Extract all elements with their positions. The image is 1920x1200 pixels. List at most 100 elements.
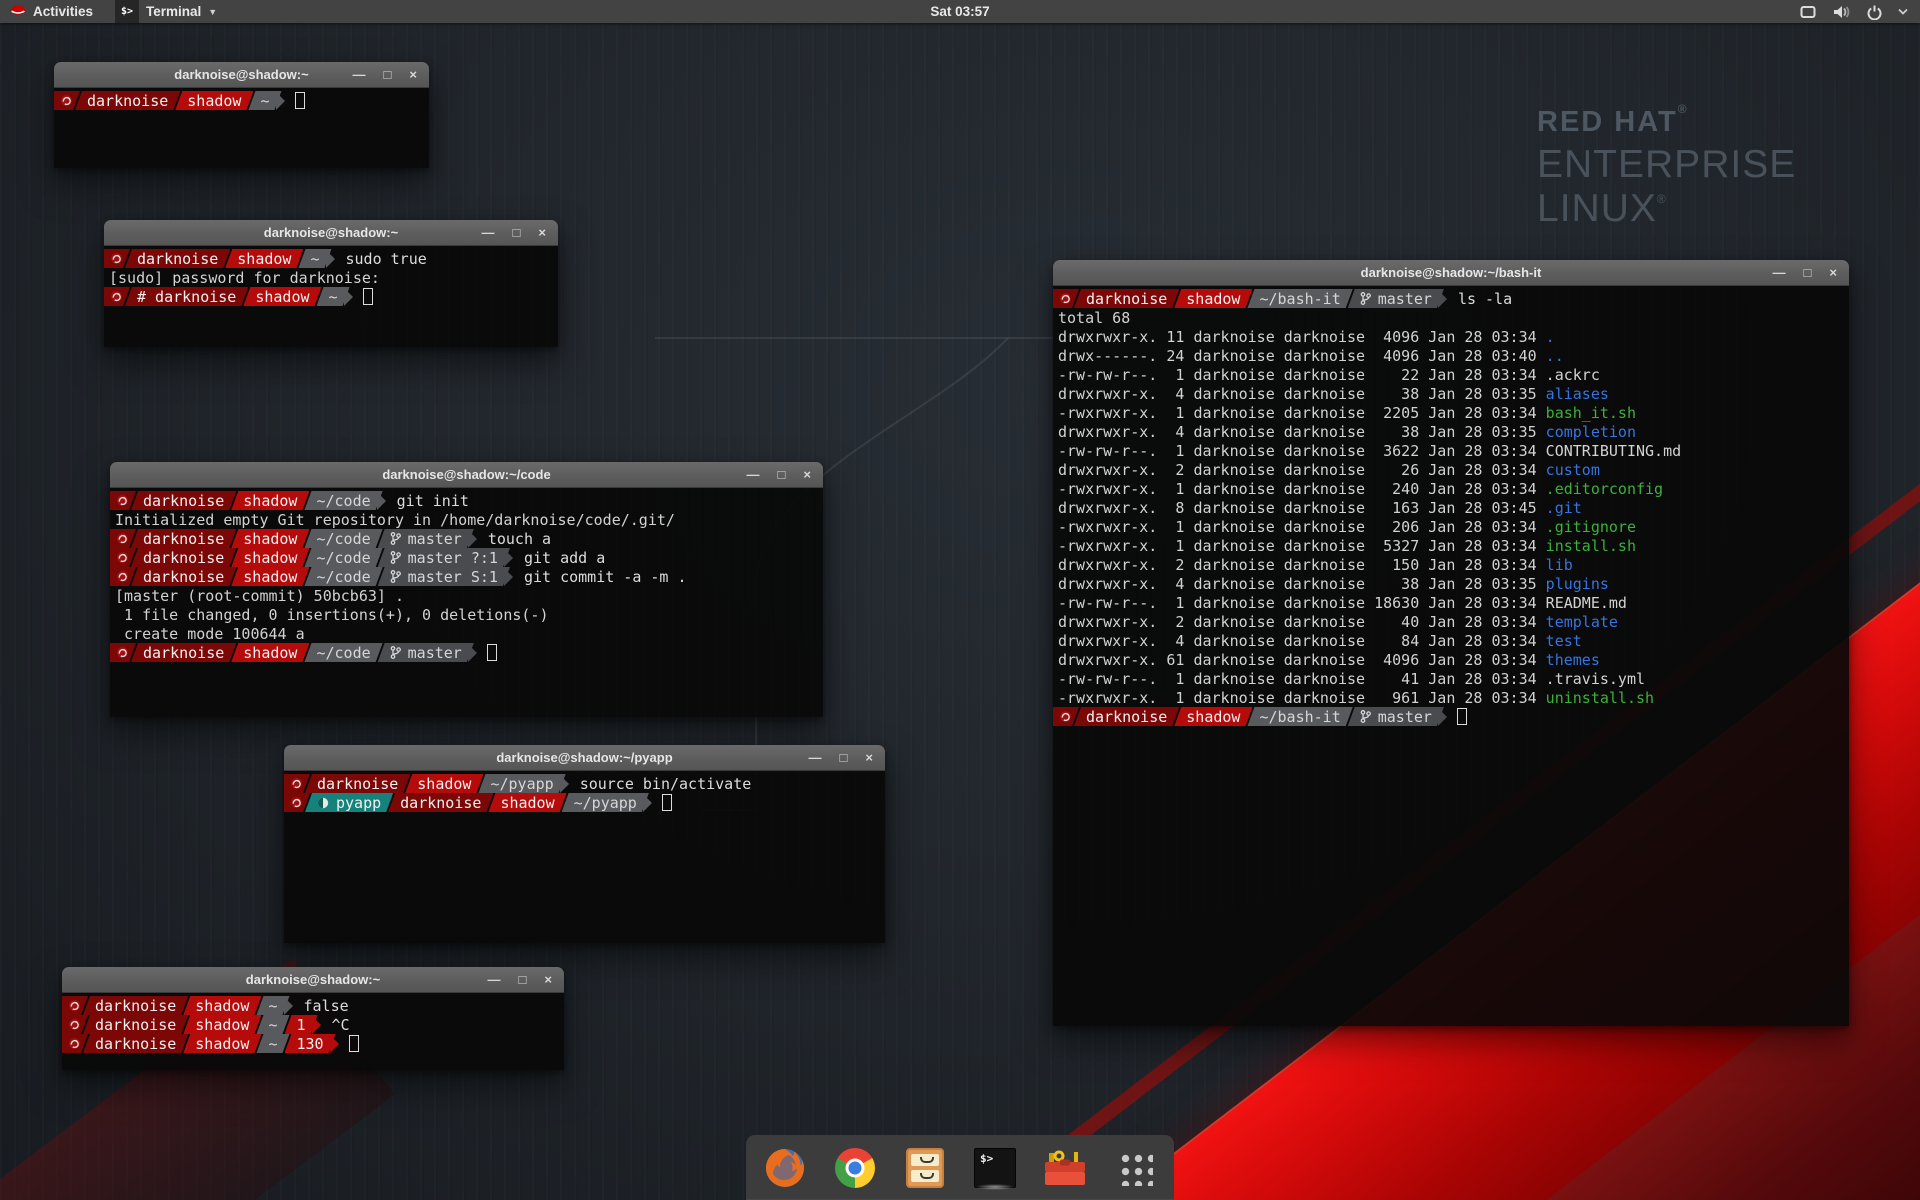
close-button[interactable]: ×	[865, 751, 873, 764]
prompt-segment-host: shadow	[175, 91, 253, 110]
terminal-window-sudo[interactable]: darknoise@shadow:~ — □ × darknoiseshadow…	[104, 220, 558, 347]
maximize-button[interactable]: □	[778, 468, 786, 481]
terminal-window-pyapp[interactable]: darknoise@shadow:~/pyapp — □ × darknoise…	[284, 745, 885, 943]
prompt-segment-user: darknoise	[75, 91, 180, 110]
terminal-line: drwxrwxr-x. 4 darknoise darknoise 84 Jan…	[1053, 631, 1849, 650]
ls-meta: drwxrwxr-x. 4 darknoise darknoise 38 Jan…	[1058, 385, 1546, 403]
terminal-line: pyappdarknoiseshadow~/pyapp	[284, 793, 885, 812]
window-title: darknoise@shadow:~/bash-it	[1361, 265, 1542, 280]
app-menu-terminal[interactable]: $> Terminal ▼	[105, 0, 227, 23]
caret-down-icon	[1898, 8, 1908, 15]
file-name: .travis.yml	[1546, 670, 1645, 688]
terminal-window-bash-it[interactable]: darknoise@shadow:~/bash-it — □ × darknoi…	[1053, 260, 1849, 1026]
prompt-segment-user: darknoise	[83, 996, 188, 1015]
maximize-button[interactable]: □	[519, 973, 527, 986]
caret-down-icon: ▼	[208, 7, 217, 17]
maximize-button[interactable]: □	[384, 68, 392, 81]
terminal-line: 1 file changed, 0 insertions(+), 0 delet…	[110, 605, 823, 624]
close-button[interactable]: ×	[803, 468, 811, 481]
prompt-segment-host: shadow	[231, 529, 309, 548]
terminal-line: drwxrwxr-x. 2 darknoise darknoise 26 Jan…	[1053, 460, 1849, 479]
activities-button[interactable]: Activities	[0, 0, 105, 23]
close-button[interactable]: ×	[409, 68, 417, 81]
terminal-cursor	[487, 644, 497, 661]
window-title: darknoise@shadow:~	[174, 67, 308, 82]
minimize-button[interactable]: —	[353, 68, 366, 81]
maximize-button[interactable]: □	[1804, 266, 1812, 279]
files-icon[interactable]	[902, 1145, 948, 1191]
file-name: completion	[1546, 423, 1636, 441]
brand-line-enterprise: ENTERPRISE	[1537, 143, 1796, 187]
prompt-segment-path: ~/pyapp	[478, 774, 565, 793]
display-icon	[1799, 4, 1817, 20]
chrome-icon[interactable]	[832, 1145, 878, 1191]
terminal-content[interactable]: darknoiseshadow~/codegit initInitialized…	[110, 488, 823, 717]
prompt-segment-path: ~	[256, 1034, 289, 1053]
minimize-button[interactable]: —	[482, 226, 495, 239]
terminal-line: darknoiseshadow~false	[62, 996, 564, 1015]
ls-meta: -rwxrwxr-x. 1 darknoise darknoise 240 Ja…	[1058, 480, 1546, 498]
terminal-content[interactable]: darknoiseshadow~/bash-itmasterls -latota…	[1053, 286, 1849, 1026]
minimize-button[interactable]: —	[747, 468, 760, 481]
window-titlebar[interactable]: darknoise@shadow:~ — □ ×	[104, 220, 558, 246]
file-name: custom	[1546, 461, 1600, 479]
terminal-line: drwxrwxr-x. 8 darknoise darknoise 163 Ja…	[1053, 498, 1849, 517]
window-title: darknoise@shadow:~/code	[382, 467, 550, 482]
prompt-segment-host: shadow	[231, 548, 309, 567]
terminal-window-code[interactable]: darknoise@shadow:~/code — □ × darknoises…	[110, 462, 823, 717]
prompt-segment-host: shadow	[1174, 289, 1252, 308]
ls-meta: drwxrwxr-x. 2 darknoise darknoise 150 Ja…	[1058, 556, 1546, 574]
window-titlebar[interactable]: darknoise@shadow:~ — □ ×	[62, 967, 564, 993]
registered-mark: ®	[1657, 192, 1667, 206]
file-name: plugins	[1546, 575, 1609, 593]
close-button[interactable]: ×	[544, 973, 552, 986]
close-button[interactable]: ×	[538, 226, 546, 239]
window-titlebar[interactable]: darknoise@shadow:~ — □ ×	[54, 62, 429, 88]
terminal-icon[interactable]: $>	[972, 1145, 1018, 1191]
prompt-segment-user: # darknoise	[125, 287, 248, 306]
minimize-button[interactable]: —	[488, 973, 501, 986]
power-icon	[1866, 4, 1883, 20]
file-name: install.sh	[1546, 537, 1636, 555]
minimize-button[interactable]: —	[1773, 266, 1786, 279]
file-name: .gitignore	[1546, 518, 1636, 536]
ls-meta: drwxrwxr-x. 4 darknoise darknoise 38 Jan…	[1058, 575, 1546, 593]
firefox-icon[interactable]	[762, 1145, 808, 1191]
terminal-line: drwxrwxr-x. 2 darknoise darknoise 150 Ja…	[1053, 555, 1849, 574]
terminal-content[interactable]: darknoiseshadow~	[54, 88, 429, 168]
prompt-segment-host: shadow	[488, 793, 566, 812]
window-titlebar[interactable]: darknoise@shadow:~/bash-it — □ ×	[1053, 260, 1849, 286]
window-titlebar[interactable]: darknoise@shadow:~/code — □ ×	[110, 462, 823, 488]
app-grid-icon[interactable]	[1112, 1145, 1158, 1191]
terminal-content[interactable]: darknoiseshadow~sudo true[sudo] password…	[104, 246, 558, 347]
prompt-segment-path: ~/pyapp	[562, 793, 649, 812]
prompt-segment-user: darknoise	[131, 491, 236, 510]
ls-meta: drwxrwxr-x. 11 darknoise darknoise 4096 …	[1058, 328, 1546, 346]
terminal-content[interactable]: darknoiseshadow~/pyappsource bin/activat…	[284, 771, 885, 943]
maximize-button[interactable]: □	[513, 226, 521, 239]
terminal-line: darknoiseshadow~/bash-itmasterls -la	[1053, 289, 1849, 308]
terminal-line: drwxrwxr-x. 4 darknoise darknoise 38 Jan…	[1053, 422, 1849, 441]
terminal-line: total 68	[1053, 308, 1849, 327]
system-status-area[interactable]	[1799, 0, 1920, 23]
prompt-segment-user: darknoise	[1074, 707, 1179, 726]
window-titlebar[interactable]: darknoise@shadow:~/pyapp — □ ×	[284, 745, 885, 771]
close-button[interactable]: ×	[1829, 266, 1837, 279]
terminal-line: drwxrwxr-x. 61 darknoise darknoise 4096 …	[1053, 650, 1849, 669]
terminal-line: drwx------. 24 darknoise darknoise 4096 …	[1053, 346, 1849, 365]
prompt-segment-user: darknoise	[131, 529, 236, 548]
toolbox-icon[interactable]	[1042, 1145, 1088, 1191]
terminal-cursor	[1457, 708, 1467, 725]
minimize-button[interactable]: —	[809, 751, 822, 764]
prompt-segment-path: ~	[256, 1015, 289, 1034]
terminal-window-home-2[interactable]: darknoise@shadow:~ — □ × darknoiseshadow…	[62, 967, 564, 1070]
command-text: source bin/activate	[580, 775, 752, 793]
clock[interactable]: Sat 03:57	[930, 4, 989, 19]
terminal-window-home-1[interactable]: darknoise@shadow:~ — □ × darknoiseshadow…	[54, 62, 429, 168]
prompt-segment-path: ~/code	[304, 491, 382, 510]
maximize-button[interactable]: □	[840, 751, 848, 764]
terminal-content[interactable]: darknoiseshadow~falsedarknoiseshadow~1^C…	[62, 993, 564, 1070]
dock: $>	[746, 1135, 1174, 1200]
prompt-segment-user: darknoise	[131, 643, 236, 662]
prompt-segment-path: ~/code	[304, 529, 382, 548]
